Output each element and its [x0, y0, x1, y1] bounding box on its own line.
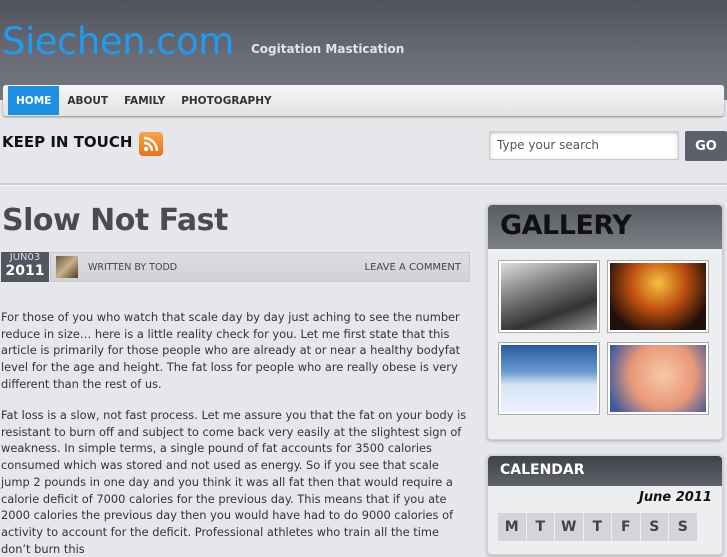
gallery-title: GALLERY: [488, 205, 722, 249]
site-tagline: Cogitation Mastication: [251, 42, 405, 56]
leave-comment-link[interactable]: LEAVE A COMMENT: [365, 262, 461, 273]
weekday: F: [612, 513, 641, 541]
weekday: S: [669, 513, 698, 541]
post-paragraph: For those of you who watch that scale da…: [1, 310, 461, 391]
gallery-thumb[interactable]: [498, 260, 600, 333]
calendar-month: June 2011: [639, 490, 712, 505]
nav-about[interactable]: ABOUT: [59, 86, 116, 115]
gallery-thumb[interactable]: [498, 342, 600, 415]
search-go-button[interactable]: GO: [685, 131, 727, 161]
weekday: T: [526, 513, 555, 541]
gallery-thumb[interactable]: [607, 260, 709, 333]
post-title[interactable]: Slow Not Fast: [2, 203, 228, 238]
weekday: T: [583, 513, 612, 541]
weekday: W: [555, 513, 584, 541]
site-title[interactable]: Siechen.com: [2, 20, 234, 63]
calendar-weekdays: M T W T F S S: [498, 513, 698, 541]
main-nav: HOME ABOUT FAMILY PHOTOGRAPHY: [3, 85, 724, 116]
post-date-year: 2011: [5, 263, 45, 279]
rss-icon[interactable]: [139, 132, 163, 156]
nav-family[interactable]: FAMILY: [116, 86, 173, 115]
calendar-title: CALENDAR: [488, 456, 722, 486]
nav-home[interactable]: HOME: [8, 86, 60, 115]
author-avatar: [56, 256, 78, 278]
nav-photography[interactable]: PHOTOGRAPHY: [173, 86, 279, 115]
search-input[interactable]: Type your search: [489, 131, 679, 160]
post-author[interactable]: WRITTEN BY TODD: [88, 262, 177, 273]
weekday: S: [640, 513, 669, 541]
post-meta-bar: WRITTEN BY TODD LEAVE A COMMENT: [50, 252, 470, 282]
divider: [0, 183, 727, 186]
gallery-thumb[interactable]: [607, 342, 709, 415]
post-paragraph: Fat loss is a slow, not fast process. Le…: [1, 408, 467, 556]
post-date: JUN03 2011: [1, 252, 49, 282]
weekday: M: [498, 513, 527, 541]
keep-in-touch-heading: KEEP IN TOUCH: [2, 133, 133, 151]
